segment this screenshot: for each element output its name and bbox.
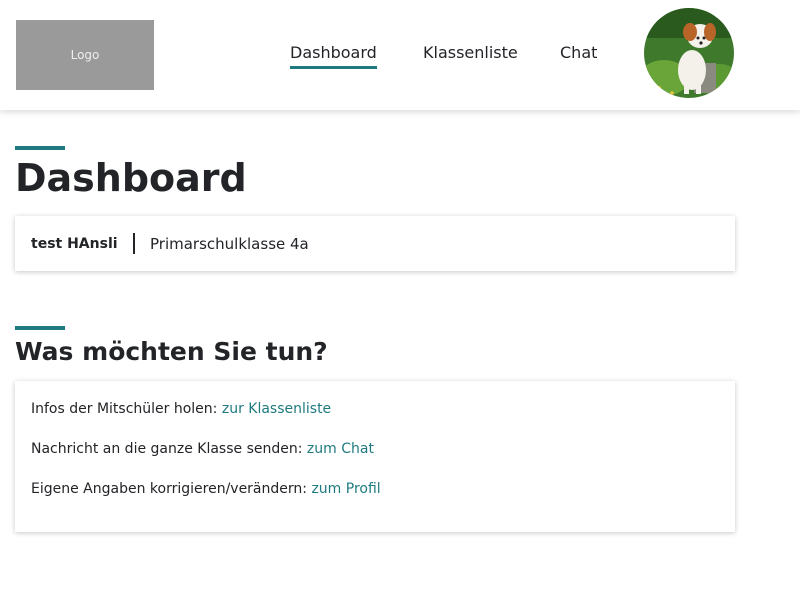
link-chat[interactable]: zum Chat [307,441,374,457]
actions-card: Infos der Mitschüler holen: zur Klassenl… [15,381,735,532]
action-row: Eigene Angaben korrigieren/verändern: zu… [31,479,381,499]
user-info-card: test HAnsli Primarschulklasse 4a [15,216,735,271]
action-text: Infos der Mitschüler holen: [31,401,222,417]
logo[interactable]: Logo [16,20,154,90]
nav-klassenliste[interactable]: Klassenliste [423,43,518,63]
action-text: Nachricht an die ganze Klasse senden: [31,441,307,457]
action-row: Infos der Mitschüler holen: zur Klassenl… [31,399,331,419]
nav-chat[interactable]: Chat [560,43,597,63]
nav-dashboard[interactable]: Dashboard [290,43,377,69]
action-row: Nachricht an die ganze Klasse senden: zu… [31,439,374,459]
user-class: Primarschulklasse 4a [150,235,309,253]
section-title: Was möchten Sie tun? [15,337,328,366]
link-klassenliste[interactable]: zur Klassenliste [222,401,331,417]
section-accent-bar [15,326,65,330]
title-accent-bar [15,146,65,150]
user-name: test HAnsli [31,236,118,252]
divider [133,233,135,254]
page-title: Dashboard [15,156,247,200]
header: Logo Dashboard Klassenliste Chat [0,0,800,110]
avatar[interactable] [644,8,734,98]
action-text: Eigene Angaben korrigieren/verändern: [31,481,312,497]
link-profil[interactable]: zum Profil [311,481,380,497]
logo-text: Logo [70,48,100,62]
avatar-dog-image [644,8,734,98]
